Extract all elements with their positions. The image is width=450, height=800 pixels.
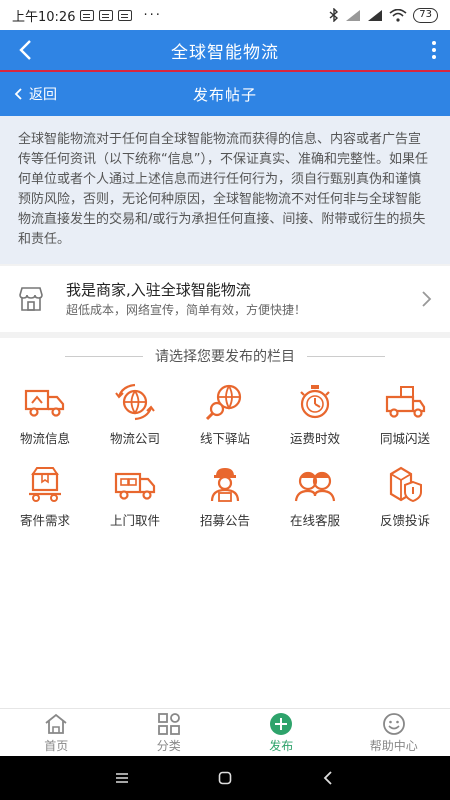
merchant-join-banner[interactable]: 我是商家,入驻全球智能物流 超低成本，网络宣传，简单有效，方便快捷！	[0, 266, 450, 332]
app-title: 全球智能物流	[171, 42, 279, 63]
category-freight-timing[interactable]: 运费时效	[270, 382, 360, 448]
pickup-truck-icon	[114, 472, 156, 500]
return-link[interactable]: 返回	[14, 82, 57, 106]
section-header: 请选择您要发布的栏目	[0, 338, 450, 374]
tab-category[interactable]: 分类	[113, 709, 226, 756]
tab-home[interactable]: 首页	[0, 709, 113, 756]
category-offline-station[interactable]: 线下驿站	[180, 382, 270, 448]
shop-icon	[19, 287, 43, 311]
category-shipping-demand[interactable]: 寄件需求	[0, 464, 90, 530]
menu-icon[interactable]	[114, 770, 130, 786]
category-online-support[interactable]: 在线客服	[270, 464, 360, 530]
sub-header: 返回 发布帖子	[0, 72, 450, 116]
home-square-icon[interactable]	[217, 770, 233, 786]
merchant-title: 我是商家,入驻全球智能物流	[66, 281, 251, 299]
home-icon	[45, 713, 67, 734]
disclaimer-notice: 全球智能物流对于任何自全球智能物流而获得的信息、内容或者广告宣传等任何资讯（以下…	[0, 116, 450, 264]
category-door-pickup[interactable]: 上门取件	[90, 464, 180, 530]
grid-icon	[157, 712, 180, 735]
wifi-icon	[389, 8, 407, 22]
smile-icon	[382, 712, 405, 735]
tab-label: 首页	[44, 738, 69, 753]
app-header: 全球智能物流	[0, 30, 450, 70]
category-label: 反馈投诉	[379, 513, 430, 528]
category-label: 寄件需求	[19, 513, 70, 528]
dot-icon	[432, 55, 436, 59]
globe-arrows-icon	[115, 383, 155, 421]
truck-icon	[24, 389, 65, 417]
system-nav-bar	[0, 756, 450, 800]
category-label: 线下驿站	[199, 431, 250, 446]
category-label: 在线客服	[289, 513, 340, 528]
bottom-tab-bar: 首页 分类 发布 帮助中心	[0, 708, 450, 756]
category-label: 招募公告	[199, 513, 250, 528]
signal-icon	[368, 9, 383, 21]
bluetooth-icon	[329, 8, 339, 22]
globe-search-icon	[205, 384, 242, 421]
return-label: 返回	[29, 87, 57, 103]
category-logistics-info[interactable]: 物流信息	[0, 382, 90, 448]
tab-label: 发布	[269, 738, 294, 753]
back-button[interactable]	[10, 34, 40, 66]
message-icon	[80, 9, 95, 21]
category-same-city-delivery[interactable]: 同城闪送	[360, 382, 450, 448]
divider	[307, 355, 385, 357]
category-label: 上门取件	[109, 513, 160, 528]
box-shield-icon	[389, 466, 422, 503]
tab-label: 帮助中心	[369, 738, 418, 753]
fast-truck-icon	[385, 386, 426, 418]
status-time: 上午10:26	[12, 9, 76, 25]
status-bar: 上午10:26 ··· 73	[0, 0, 450, 30]
message-icon	[118, 9, 133, 21]
category-feedback-complaint[interactable]: 反馈投诉	[360, 464, 450, 530]
chevron-left-icon	[14, 88, 22, 100]
divider	[65, 355, 143, 357]
signal-icon	[346, 9, 361, 21]
merchant-subtitle: 超低成本，网络宣传，简单有效，方便快捷！	[66, 303, 307, 317]
dot-icon	[432, 41, 436, 45]
support-agents-icon	[294, 471, 336, 502]
plus-circle-icon	[270, 712, 293, 735]
category-label: 同城闪送	[379, 431, 430, 446]
category-recruitment[interactable]: 招募公告	[180, 464, 270, 530]
page-title: 发布帖子	[192, 85, 257, 104]
dot-icon	[432, 48, 436, 52]
category-label: 物流信息	[19, 431, 70, 446]
disclaimer-text: 全球智能物流对于任何自全球智能物流而获得的信息、内容或者广告宣传等任何资讯（以下…	[18, 132, 428, 247]
message-icon	[99, 9, 114, 21]
section-title: 请选择您要发布的栏目	[155, 349, 295, 365]
courier-icon	[210, 468, 240, 502]
category-section: 请选择您要发布的栏目 物流信息 物流公司 线下驿站 运费时效 同城闪送 寄件需求…	[0, 338, 450, 708]
battery-indicator: 73	[413, 7, 438, 23]
stopwatch-icon	[300, 385, 330, 419]
category-label: 物流公司	[109, 431, 160, 446]
tab-help-center[interactable]: 帮助中心	[338, 709, 450, 756]
chevron-right-icon	[422, 291, 432, 307]
back-triangle-icon[interactable]	[320, 770, 336, 786]
category-label: 运费时效	[289, 431, 340, 446]
box-cart-icon	[29, 467, 61, 502]
chevron-left-icon	[19, 40, 31, 60]
more-menu-button[interactable]	[430, 36, 438, 64]
category-grid: 物流信息 物流公司 线下驿站 运费时效 同城闪送 寄件需求 上门取件 招募公告 …	[0, 382, 450, 530]
more-notifications: ···	[143, 7, 162, 23]
category-logistics-company[interactable]: 物流公司	[90, 382, 180, 448]
tab-publish[interactable]: 发布	[225, 709, 338, 756]
tab-label: 分类	[156, 738, 181, 753]
